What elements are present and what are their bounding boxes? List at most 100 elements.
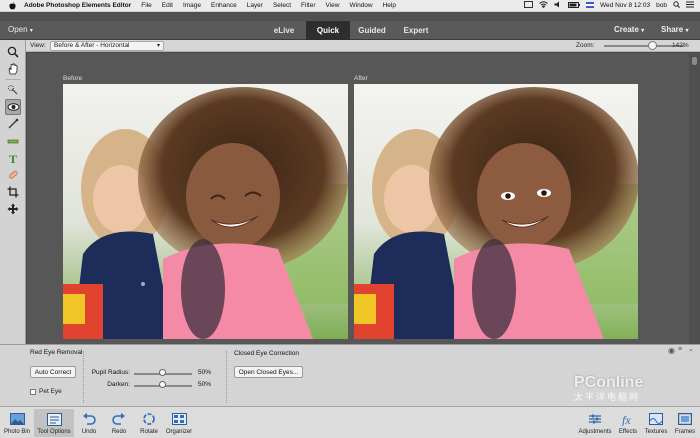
panel-menu-icon[interactable]: ≡	[678, 346, 682, 353]
wifi-icon[interactable]	[539, 1, 548, 10]
tab-expert[interactable]: Expert	[394, 21, 438, 40]
menu-view[interactable]: View	[326, 2, 340, 9]
menu-enhance[interactable]: Enhance	[211, 2, 237, 9]
menu-window[interactable]: Window	[349, 2, 372, 9]
status-menu-icon[interactable]	[524, 1, 534, 10]
menubar-user[interactable]: bob	[656, 2, 667, 9]
svg-text:T: T	[9, 152, 17, 164]
spotlight-icon[interactable]	[673, 1, 680, 10]
rotate-label: Rotate	[140, 429, 158, 435]
apple-icon[interactable]	[8, 1, 16, 10]
flag-icon[interactable]	[586, 1, 595, 10]
tab-elive[interactable]: eLive	[262, 21, 306, 40]
textures-label: Textures	[644, 429, 668, 435]
red-eye-title: Red Eye Removal	[30, 349, 83, 356]
open-closed-eyes-button[interactable]: Open Closed Eyes...	[234, 366, 303, 378]
create-menu-button[interactable]: Create ▾	[614, 25, 644, 34]
auto-correct-button[interactable]: Auto Correct	[30, 366, 76, 378]
menubar-clock[interactable]: Wed Nov 8 12:03	[600, 2, 650, 9]
volume-icon[interactable]	[554, 1, 562, 10]
menu-image[interactable]: Image	[183, 2, 201, 9]
tab-quick[interactable]: Quick	[306, 21, 350, 40]
whiten-teeth-tool-icon[interactable]	[5, 116, 21, 132]
pupil-radius-label: Pupil Radius:	[91, 369, 130, 376]
undo-button[interactable]: Undo	[78, 409, 100, 437]
menu-select[interactable]: Select	[273, 2, 291, 9]
adjustments-icon	[587, 411, 603, 427]
rotate-button[interactable]: Rotate	[136, 409, 162, 437]
canvas-vertical-scrollbar[interactable]	[689, 53, 700, 344]
straighten-tool-icon[interactable]	[5, 133, 21, 149]
menu-file[interactable]: File	[141, 2, 151, 9]
darken-handle[interactable]	[159, 381, 166, 388]
open-menu-button[interactable]: Open ▾	[8, 25, 33, 34]
menu-edit[interactable]: Edit	[162, 2, 173, 9]
zoom-tool-icon[interactable]	[5, 44, 21, 60]
closed-eye-title: Closed Eye Correction	[234, 350, 300, 357]
frames-button[interactable]: Frames	[672, 409, 698, 437]
crop-tool-icon[interactable]	[5, 184, 21, 200]
tab-guided[interactable]: Guided	[350, 21, 394, 40]
chevron-down-icon: ▾	[156, 43, 160, 49]
svg-text:fx: fx	[622, 413, 631, 426]
collapse-chevron-icon[interactable]: ⌄	[688, 345, 694, 353]
redo-label: Redo	[111, 429, 127, 435]
hand-tool-icon[interactable]	[5, 61, 21, 77]
before-image[interactable]	[63, 84, 348, 339]
battery-icon[interactable]	[568, 1, 581, 10]
create-label: Create	[614, 25, 639, 34]
adjustments-button[interactable]: Adjustments	[576, 409, 614, 437]
taskbar: Photo Bin Tool Options Undo Redo Rotate …	[0, 406, 700, 438]
effects-button[interactable]: fx Effects	[616, 409, 640, 437]
menu-layer[interactable]: Layer	[247, 2, 263, 9]
menu-help[interactable]: Help	[383, 2, 396, 9]
tool-options-button[interactable]: Tool Options	[34, 409, 74, 437]
organizer-button[interactable]: Organizer	[164, 409, 194, 437]
pet-eye-label: Pet Eye	[39, 388, 62, 395]
scrollbar-thumb[interactable]	[692, 57, 697, 65]
undo-label: Undo	[81, 429, 97, 435]
frames-icon	[677, 411, 693, 427]
textures-icon	[648, 411, 664, 427]
view-mode-select[interactable]: Before & After - Horizontal ▾	[50, 41, 164, 51]
redo-icon	[111, 411, 127, 427]
open-label: Open	[8, 25, 28, 34]
view-label: View:	[30, 42, 46, 49]
pupil-radius-handle[interactable]	[159, 369, 166, 376]
adjustments-label: Adjustments	[578, 429, 612, 435]
after-image[interactable]	[354, 84, 638, 339]
type-tool-icon[interactable]: T	[5, 150, 21, 166]
canvas-area: Before After	[27, 53, 700, 344]
mac-menubar: Adobe Photoshop Elements Editor File Edi…	[0, 0, 700, 12]
pet-eye-checkbox[interactable]	[30, 389, 36, 395]
menu-filter[interactable]: Filter	[301, 2, 315, 9]
app-name-menu[interactable]: Adobe Photoshop Elements Editor	[24, 2, 131, 9]
tool-options-panel: Red Eye Removal Auto Correct Pet Eye Pup…	[0, 344, 700, 406]
zoom-slider-handle[interactable]	[648, 41, 657, 50]
zoom-value[interactable]: 142%	[672, 42, 689, 49]
quick-selection-tool-icon[interactable]	[5, 82, 21, 98]
share-label: Share	[661, 25, 684, 34]
share-menu-button[interactable]: Share ▾	[661, 25, 688, 34]
panel-divider	[226, 351, 227, 403]
zoom-label: Zoom:	[576, 42, 595, 49]
view-mode-value: Before & After - Horizontal	[54, 42, 130, 49]
chevron-down-icon: ▾	[29, 28, 33, 34]
panel-help-icon[interactable]: ◉	[668, 346, 675, 355]
move-tool-icon[interactable]	[5, 201, 21, 217]
redo-button[interactable]: Redo	[108, 409, 130, 437]
organizer-icon	[171, 411, 187, 427]
toolbox: T	[0, 40, 26, 344]
organizer-label: Organizer	[165, 429, 193, 435]
frames-label: Frames	[674, 429, 696, 435]
window-titlebar	[0, 12, 700, 21]
photo-bin-button[interactable]: Photo Bin	[2, 409, 32, 437]
spot-healing-tool-icon[interactable]	[5, 167, 21, 183]
tool-options-icon	[46, 411, 62, 427]
darken-value: 50%	[198, 381, 212, 388]
after-label: After	[354, 75, 368, 82]
before-label: Before	[63, 75, 83, 82]
notification-center-icon[interactable]	[686, 1, 694, 10]
red-eye-tool-icon[interactable]	[5, 99, 21, 115]
textures-button[interactable]: Textures	[642, 409, 670, 437]
